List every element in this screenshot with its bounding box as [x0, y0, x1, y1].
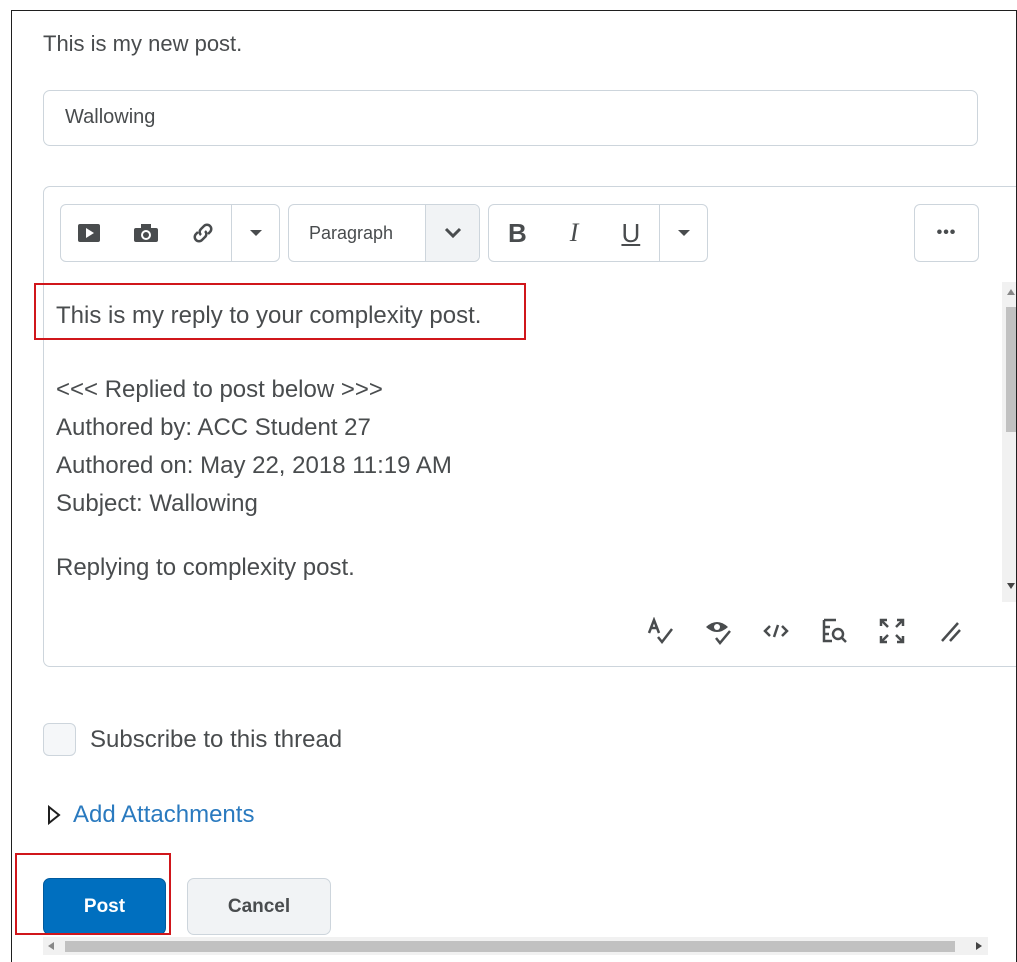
highlight-box: [34, 283, 526, 340]
subscribe-checkbox[interactable]: [43, 723, 76, 756]
quoted-line: <<< Replied to post below >>>: [56, 376, 383, 403]
quoted-line: Authored by: ACC Student 27: [56, 414, 371, 441]
ellipsis-icon: •••: [936, 224, 957, 241]
spellcheck-icon[interactable]: [644, 615, 676, 647]
camera-icon[interactable]: [118, 205, 175, 261]
fullscreen-icon[interactable]: [876, 615, 908, 647]
editor-footer-toolbar: [644, 615, 966, 647]
original-text: Replying to complexity post.: [56, 554, 355, 581]
quoted-line: Subject: Wallowing: [56, 490, 258, 517]
caret-down-icon[interactable]: [660, 205, 707, 261]
scroll-thumb[interactable]: [65, 941, 955, 952]
scroll-thumb[interactable]: [1006, 307, 1016, 432]
italic-button[interactable]: I: [546, 205, 603, 261]
insert-toolbar-group: [60, 204, 280, 262]
link-icon[interactable]: [174, 205, 231, 261]
rich-text-editor: Paragraph B I U ••• This is my reply to …: [43, 186, 1016, 667]
format-label: Paragraph: [309, 222, 394, 243]
add-attachments-link[interactable]: Add Attachments: [73, 801, 254, 829]
subject-input[interactable]: Wallowing: [43, 90, 978, 146]
editor-scrollbar[interactable]: [1002, 282, 1016, 602]
format-dropdown[interactable]: Paragraph: [288, 204, 480, 262]
post-form: This is my new post. Wallowing Paragraph: [11, 10, 1017, 962]
cancel-button[interactable]: Cancel: [187, 878, 331, 935]
attachments-row[interactable]: Add Attachments: [47, 801, 254, 829]
intro-text: This is my new post.: [43, 31, 243, 56]
caret-down-icon[interactable]: [232, 205, 279, 261]
underline-button[interactable]: U: [602, 205, 659, 261]
subscribe-row: Subscribe to this thread: [43, 723, 342, 756]
accessibility-check-icon[interactable]: [702, 615, 734, 647]
text-style-group: B I U: [488, 204, 708, 262]
source-code-icon[interactable]: [760, 615, 792, 647]
preview-icon[interactable]: [818, 615, 850, 647]
more-actions-button[interactable]: •••: [914, 204, 979, 262]
highlight-box: [15, 853, 171, 935]
quoted-line: Authored on: May 22, 2018 11:19 AM: [56, 452, 452, 479]
video-play-icon[interactable]: [61, 205, 118, 261]
triangle-right-icon[interactable]: [47, 805, 61, 825]
horizontal-scrollbar[interactable]: [43, 937, 988, 955]
subscribe-label[interactable]: Subscribe to this thread: [90, 726, 342, 754]
chevron-down-icon[interactable]: [425, 205, 479, 261]
resize-handle-icon[interactable]: [934, 615, 966, 647]
editor-content[interactable]: This is my reply to your complexity post…: [56, 297, 481, 587]
bold-button[interactable]: B: [489, 205, 546, 261]
